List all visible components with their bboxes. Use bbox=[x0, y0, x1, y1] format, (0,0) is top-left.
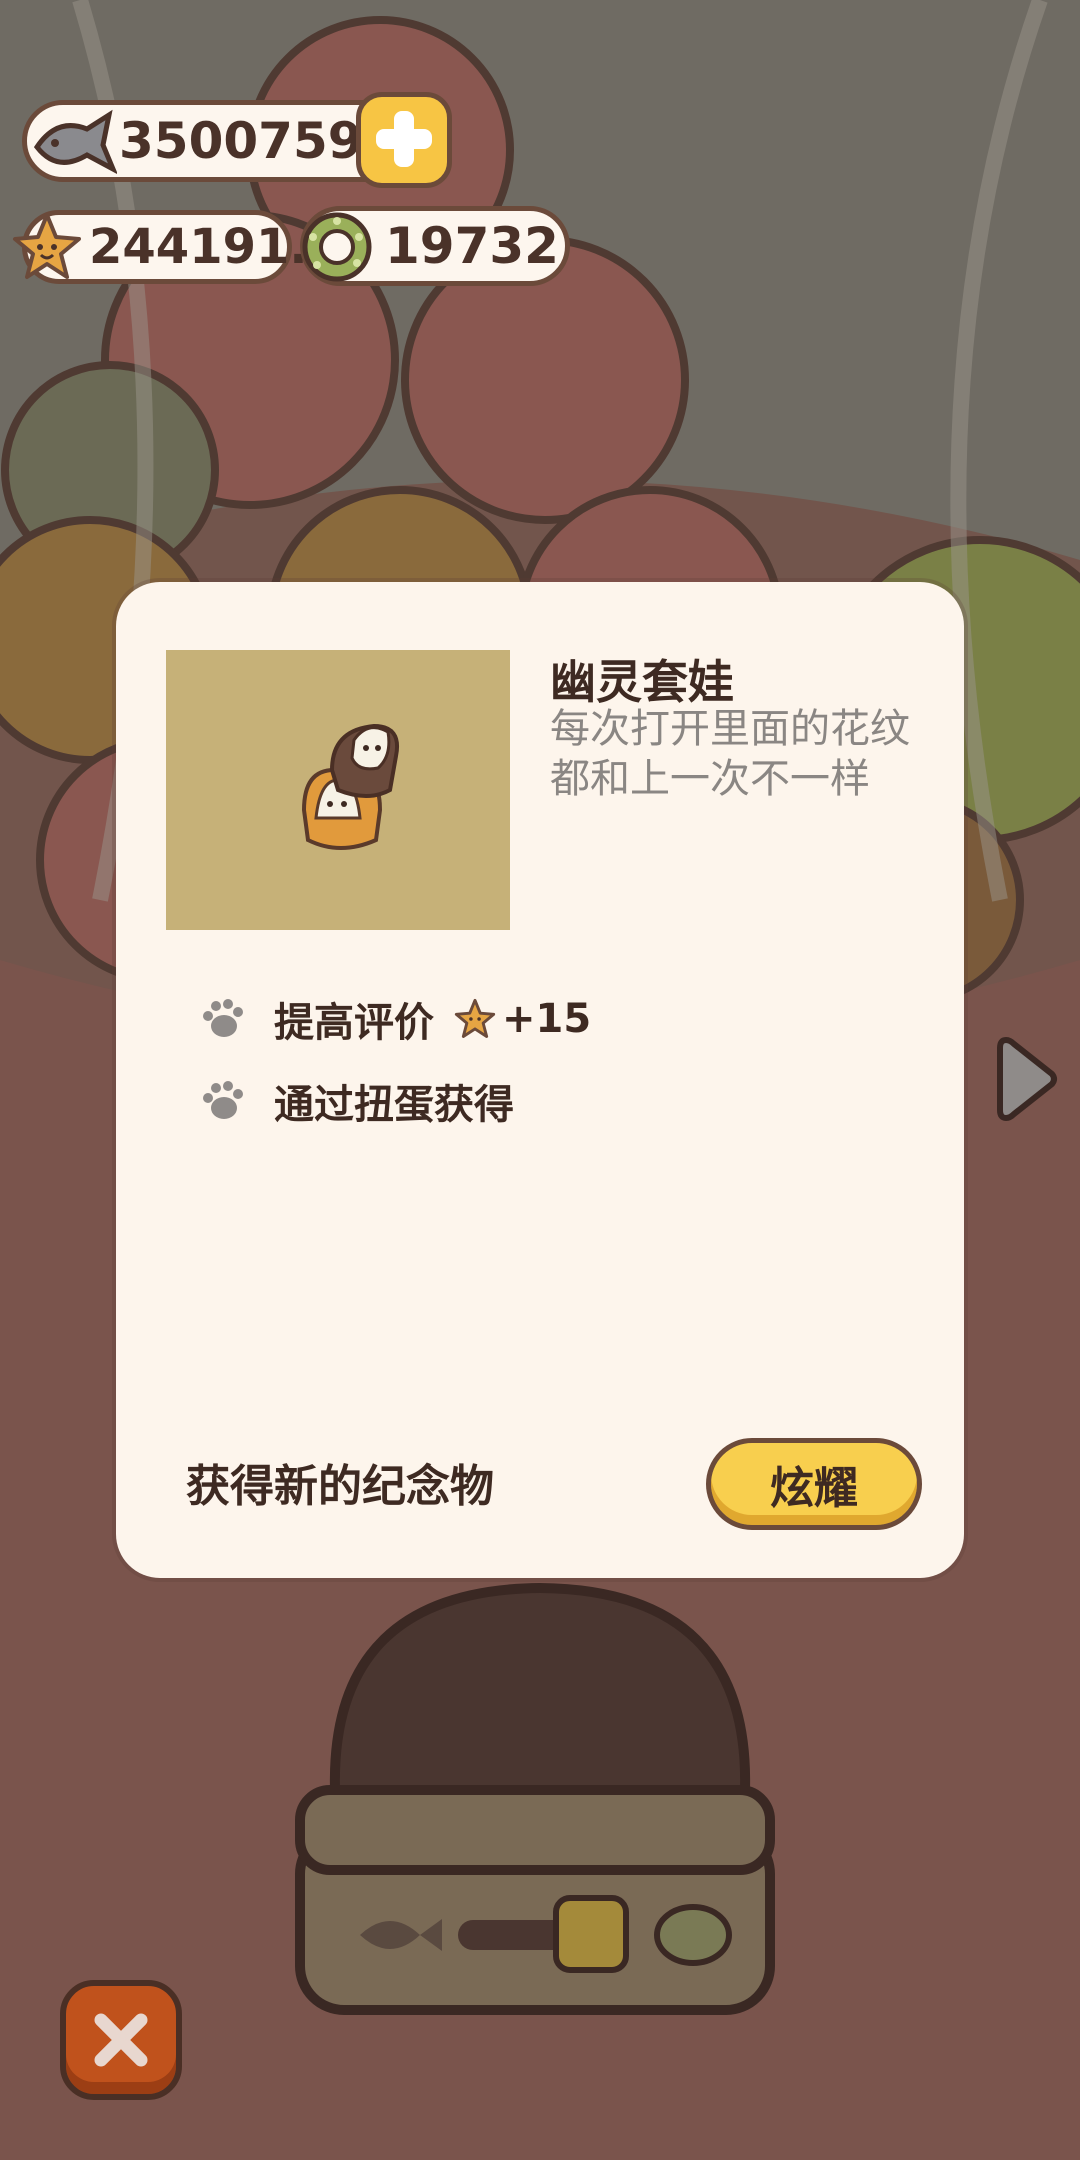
souvenir-dialog: 幽灵套娃 每次打开里面的花纹都和上一次不一样 提高评价 +15 通过扭蛋获得 获… bbox=[116, 582, 964, 1578]
paw-icon bbox=[203, 999, 243, 1037]
source-row: 通过扭蛋获得 bbox=[198, 1072, 514, 1130]
star-icon bbox=[454, 998, 496, 1038]
ring-currency-pill: 19732 bbox=[300, 206, 570, 286]
new-souvenir-label: 获得新的纪念物 bbox=[186, 1461, 494, 1512]
plus-icon bbox=[376, 111, 432, 167]
star-currency-pill: 244191.8 bbox=[13, 210, 341, 284]
item-description: 每次打开里面的花纹都和上一次不一样 bbox=[550, 706, 910, 802]
rating-bonus: +15 bbox=[502, 996, 592, 1042]
close-button[interactable] bbox=[60, 1980, 182, 2100]
source-label: 通过扭蛋获得 bbox=[274, 1082, 514, 1128]
ghost-matryoshka-image bbox=[301, 723, 399, 850]
fish-icon bbox=[33, 109, 117, 174]
paw-icon bbox=[203, 1081, 243, 1119]
rating-label: 提高评价 bbox=[274, 1000, 434, 1046]
star-icon bbox=[13, 213, 81, 279]
item-name: 幽灵套娃 bbox=[550, 655, 734, 709]
brag-button[interactable]: 炫耀 bbox=[706, 1438, 922, 1530]
rating-row: 提高评价 +15 bbox=[198, 990, 591, 1048]
close-icon bbox=[94, 2013, 148, 2067]
add-fish-button[interactable] bbox=[356, 92, 452, 188]
chevron-right-icon[interactable] bbox=[996, 1032, 1060, 1126]
item-image bbox=[166, 650, 510, 930]
ring-icon bbox=[302, 212, 372, 282]
ring-count: 19732 bbox=[385, 217, 559, 275]
